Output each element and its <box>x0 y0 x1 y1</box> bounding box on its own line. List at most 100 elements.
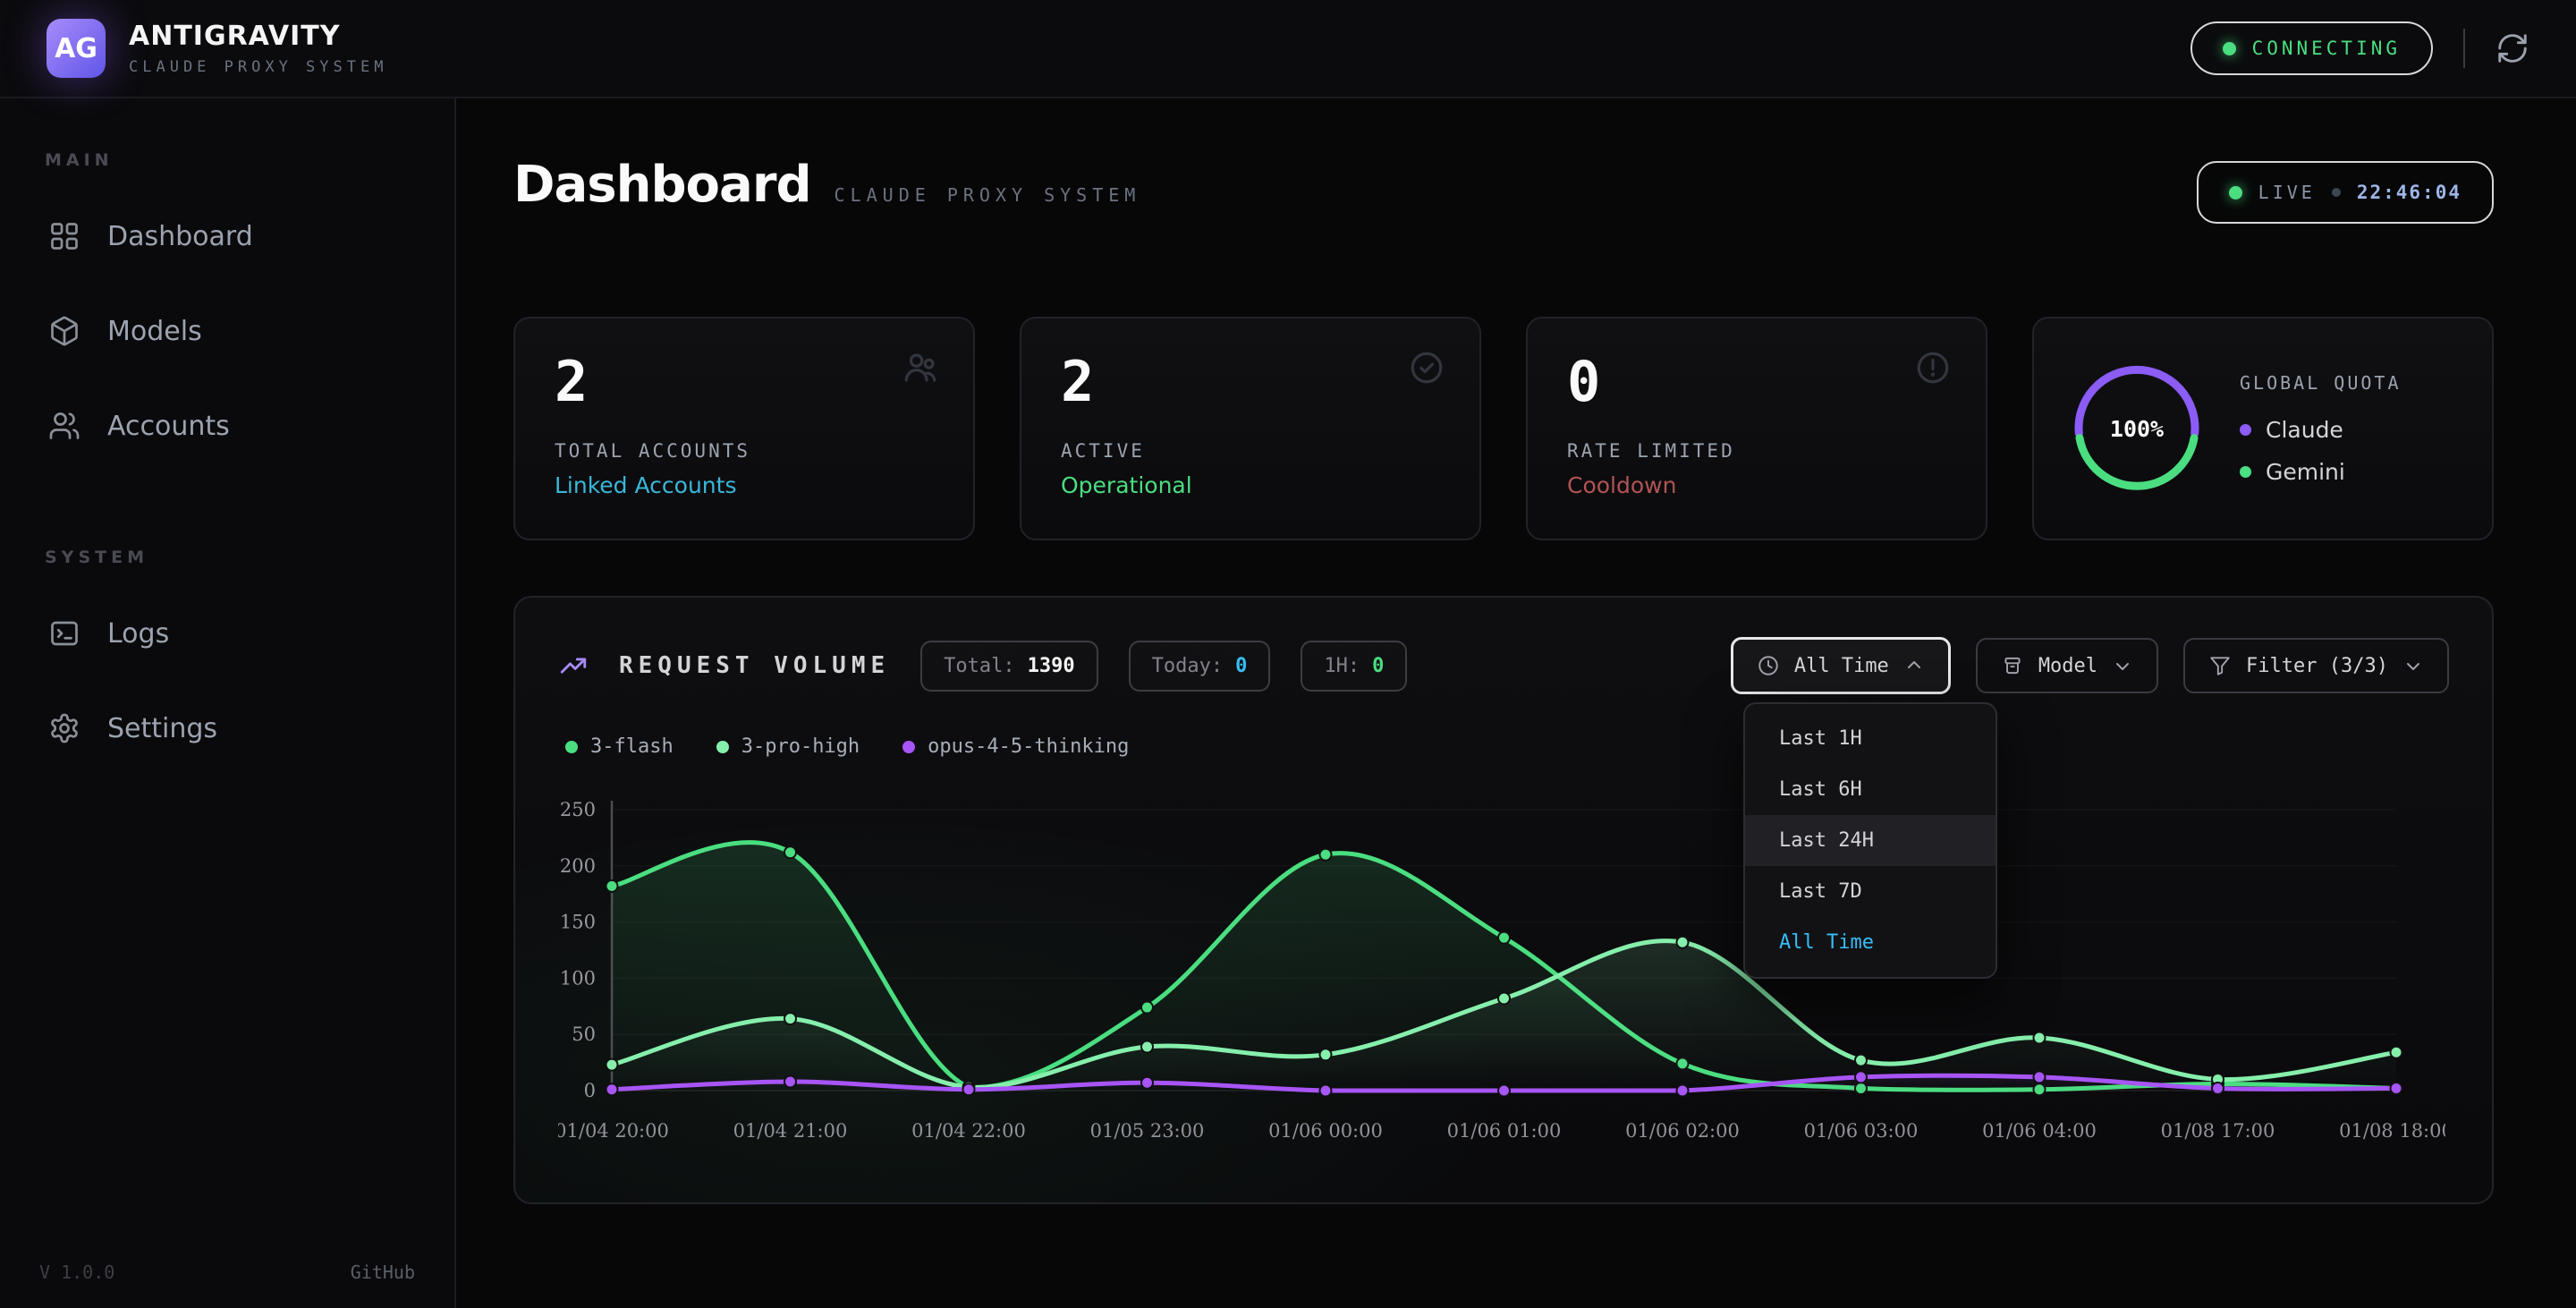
alert-circle-icon <box>1914 349 1952 390</box>
live-label: LIVE <box>2258 182 2316 203</box>
stat-card-total-accounts: 2 TOTAL ACCOUNTS Linked Accounts <box>513 317 975 540</box>
app-logo: AG <box>47 19 106 78</box>
time-range-label: All Time <box>1794 655 1889 677</box>
svg-text:01/04 22:00: 01/04 22:00 <box>911 1120 1026 1142</box>
topbar: AG ANTIGRAVITY CLAUDE PROXY SYSTEM CONNE… <box>0 0 2576 98</box>
page-title: Dashboard <box>513 156 811 214</box>
panel-title: REQUEST VOLUME <box>619 652 890 679</box>
global-quota-card: 100% GLOBAL QUOTA Claude Gemini <box>2032 317 2494 540</box>
quota-percent: 100% <box>2070 361 2204 496</box>
legend-item-opus: opus-4-5-thinking <box>902 735 1129 758</box>
pill-label: Today: <box>1152 655 1223 677</box>
stat-value: 2 <box>555 354 934 410</box>
legend-label: 3-flash <box>590 735 674 758</box>
sidebar-section-main: MAIN <box>45 150 415 170</box>
svg-text:150: 150 <box>560 912 596 933</box>
svg-text:01/06 03:00: 01/06 03:00 <box>1804 1120 1919 1142</box>
pill-value: 0 <box>1372 655 1384 677</box>
sidebar-item-accounts[interactable]: Accounts <box>39 397 415 454</box>
sidebar-section-system: SYSTEM <box>45 548 415 567</box>
sidebar-item-dashboard[interactable]: Dashboard <box>39 208 415 265</box>
brand: AG ANTIGRAVITY CLAUDE PROXY SYSTEM <box>47 19 387 78</box>
svg-text:100: 100 <box>560 967 596 989</box>
live-status-badge: LIVE 22:46:04 <box>2197 161 2494 224</box>
github-link[interactable]: GitHub <box>351 1261 415 1283</box>
series-dot-icon <box>565 741 578 753</box>
series-dot-icon <box>902 741 915 753</box>
quota-donut-chart: 100% <box>2070 361 2204 496</box>
dropdown-item-last-1h[interactable]: Last 1H <box>1745 713 1996 764</box>
main-content: Dashboard CLAUDE PROXY SYSTEM LIVE 22:46… <box>456 98 2576 1308</box>
version-label: V 1.0.0 <box>39 1261 114 1283</box>
dropdown-item-last-24h[interactable]: Last 24H <box>1745 815 1996 866</box>
pill-value: 0 <box>1235 655 1247 677</box>
legend-label: opus-4-5-thinking <box>928 735 1129 758</box>
dropdown-item-last-7d[interactable]: Last 7D <box>1745 866 1996 917</box>
page-subtitle: CLAUDE PROXY SYSTEM <box>835 184 1141 206</box>
quota-title: GLOBAL QUOTA <box>2240 372 2402 394</box>
quota-legend-claude: Claude <box>2240 417 2402 443</box>
grid-icon <box>48 220 80 252</box>
check-circle-icon <box>1408 349 1445 390</box>
stat-value: 0 <box>1567 354 1946 410</box>
series-dot-icon <box>716 741 729 753</box>
svg-text:01/06 04:00: 01/06 04:00 <box>1982 1120 2097 1142</box>
stat-label: RATE LIMITED <box>1567 440 1946 462</box>
svg-text:01/05 23:00: 01/05 23:00 <box>1090 1120 1205 1142</box>
svg-text:250: 250 <box>560 799 596 820</box>
svg-text:01/04 20:00: 01/04 20:00 <box>558 1120 669 1142</box>
chart-legend: 3-flash 3-pro-high opus-4-5-thinking <box>565 735 2449 758</box>
hour-requests-pill: 1H: 0 <box>1301 641 1407 692</box>
svg-text:0: 0 <box>584 1080 596 1101</box>
legend-item-3-pro-high: 3-pro-high <box>716 735 860 758</box>
live-dot-icon <box>2229 186 2242 200</box>
svg-text:01/08 18:00: 01/08 18:00 <box>2339 1120 2445 1142</box>
sidebar-item-logs[interactable]: Logs <box>39 605 415 662</box>
quota-legend-gemini: Gemini <box>2240 459 2402 485</box>
clock-icon <box>1757 654 1780 677</box>
stat-label: TOTAL ACCOUNTS <box>555 440 934 462</box>
today-requests-pill: Today: 0 <box>1129 641 1271 692</box>
total-requests-pill: Total: 1390 <box>920 641 1097 692</box>
gemini-dot-icon <box>2240 466 2251 478</box>
terminal-icon <box>48 617 80 650</box>
pill-value: 1390 <box>1028 655 1075 677</box>
model-filter-button[interactable]: Model <box>1976 638 2158 693</box>
time-range-dropdown: Last 1H Last 6H Last 24H Last 7D All Tim… <box>1743 702 1997 979</box>
sidebar-item-models[interactable]: Models <box>39 302 415 360</box>
sidebar-item-label: Dashboard <box>107 221 253 252</box>
svg-text:01/06 00:00: 01/06 00:00 <box>1268 1120 1383 1142</box>
stat-label: ACTIVE <box>1061 440 1440 462</box>
svg-text:01/06 02:00: 01/06 02:00 <box>1625 1120 1740 1142</box>
svg-text:200: 200 <box>560 855 596 877</box>
stat-sublabel: Cooldown <box>1567 472 1946 498</box>
live-clock: 22:46:04 <box>2357 182 2462 203</box>
trending-up-icon <box>558 650 589 681</box>
chevron-down-icon <box>2112 655 2133 676</box>
stat-card-rate-limited: 0 RATE LIMITED Cooldown <box>1526 317 1987 540</box>
stat-sublabel: Linked Accounts <box>555 472 934 498</box>
chevron-down-icon <box>2402 655 2424 676</box>
refresh-icon[interactable] <box>2496 31 2529 65</box>
gear-icon <box>48 712 80 744</box>
svg-text:50: 50 <box>572 1023 596 1045</box>
divider <box>2463 29 2465 68</box>
svg-text:01/06 01:00: 01/06 01:00 <box>1447 1120 1562 1142</box>
chevron-up-icon <box>1903 655 1925 676</box>
time-range-button[interactable]: All Time <box>1731 637 1951 694</box>
filter-button[interactable]: Filter (3/3) <box>2183 638 2449 693</box>
dropdown-item-all-time[interactable]: All Time <box>1745 917 1996 968</box>
archive-box-icon <box>2001 654 2024 677</box>
connection-status-badge: CONNECTING <box>2190 21 2433 75</box>
model-filter-label: Model <box>2038 655 2097 677</box>
funnel-icon <box>2208 654 2232 677</box>
sidebar-item-label: Models <box>107 316 202 347</box>
quota-legend-label: Claude <box>2266 417 2343 443</box>
request-volume-chart: 0 50 100 150 200 250 01/04 20:00 01/04 21:00 01/… <box>558 785 2449 1155</box>
app-subtitle: CLAUDE PROXY SYSTEM <box>129 58 387 76</box>
svg-text:01/04 21:00: 01/04 21:00 <box>733 1120 848 1142</box>
dropdown-item-last-6h[interactable]: Last 6H <box>1745 764 1996 815</box>
claude-dot-icon <box>2240 424 2251 436</box>
sidebar-item-settings[interactable]: Settings <box>39 700 415 757</box>
sidebar-item-label: Accounts <box>107 411 230 442</box>
